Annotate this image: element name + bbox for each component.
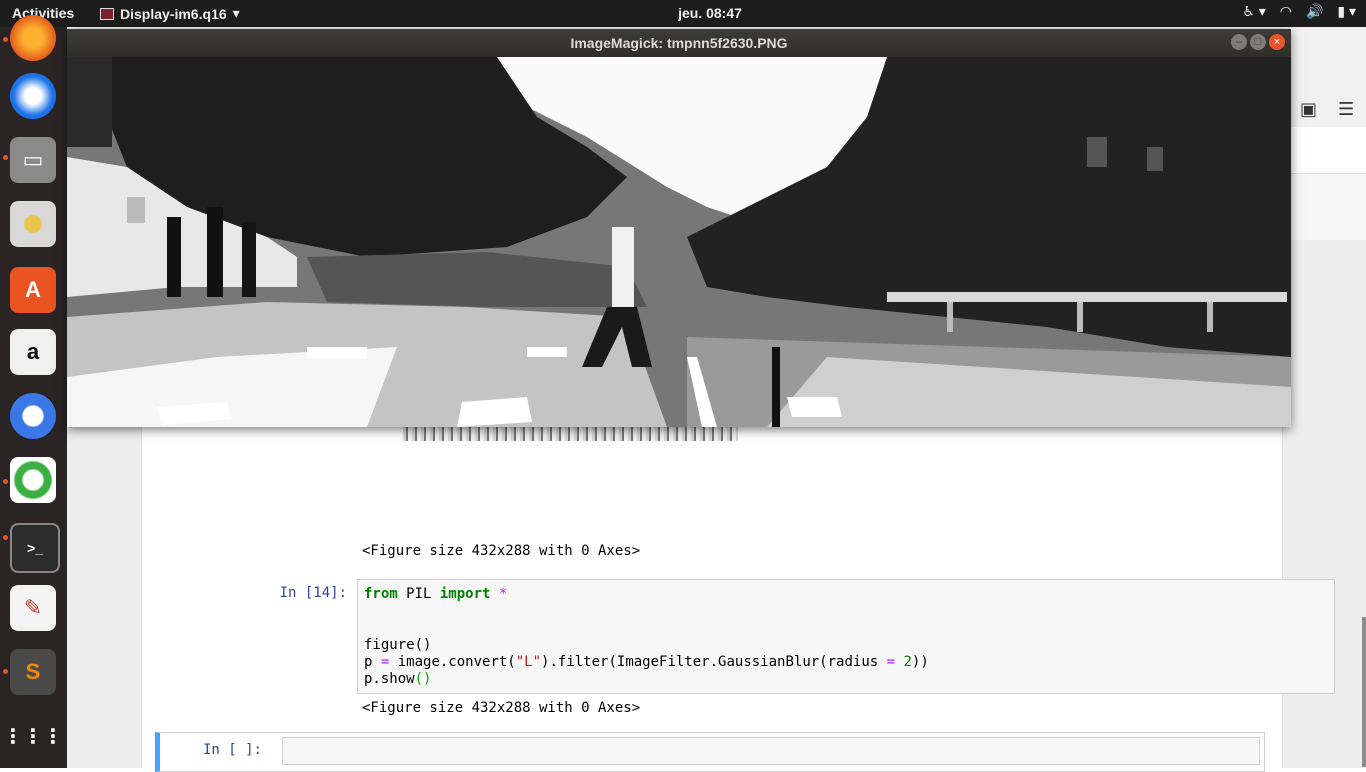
sublime-text-icon[interactable]: S	[10, 649, 56, 695]
files-icon[interactable]: ▭	[10, 137, 56, 183]
code-line: from PIL import *	[364, 586, 508, 602]
software-center-icon[interactable]: A	[10, 267, 56, 313]
running-indicator	[3, 155, 8, 160]
maximize-icon[interactable]: □	[1250, 34, 1266, 50]
system-tray[interactable]: ♿ ▾ ◠ 🔊 ▮ ▾	[1242, 3, 1356, 20]
text-editor-icon[interactable]: ✎	[10, 585, 56, 631]
accessibility-icon[interactable]: ♿ ▾	[1242, 3, 1265, 20]
app-menu-label: Display-im6.q16	[120, 5, 227, 22]
code-line: p = image.convert("L").filter(ImageFilte…	[364, 654, 929, 670]
imagemagick-window: ImageMagick: tmpnn5f2630.PNG – □ ×	[67, 29, 1291, 427]
thunderbird-icon[interactable]	[10, 73, 56, 119]
running-indicator	[3, 669, 8, 674]
code-cell[interactable]: from PIL import * figure() p = image.con…	[357, 579, 1335, 694]
running-indicator	[3, 479, 8, 484]
posterized-street-image[interactable]	[67, 57, 1291, 427]
cell-output: <Figure size 432x288 with 0 Axes>	[362, 543, 641, 559]
active-code-cell[interactable]: In [ ]:	[155, 732, 1265, 772]
close-icon[interactable]: ×	[1269, 34, 1285, 50]
code-input[interactable]	[282, 737, 1260, 765]
app-menu[interactable]: Display-im6.q16 ▾	[100, 5, 240, 22]
amazon-icon[interactable]: a	[10, 329, 56, 375]
terminal-icon[interactable]: >_	[10, 523, 60, 573]
chromium-icon[interactable]	[10, 393, 56, 439]
rhythmbox-icon[interactable]	[10, 201, 56, 247]
code-line: p.show()	[364, 671, 432, 687]
minimize-icon[interactable]: –	[1231, 34, 1247, 50]
running-indicator	[3, 37, 8, 42]
app-icon	[100, 7, 114, 20]
chevron-down-icon: ▾	[232, 5, 240, 21]
dock: ▭ A a >_ ✎ S ⋮⋮⋮	[0, 15, 67, 768]
clock[interactable]: jeu. 08:47	[660, 5, 760, 21]
browser-toolbar: ▣ ☰	[1289, 27, 1366, 240]
top-bar: Activities Display-im6.q16 ▾ jeu. 08:47 …	[0, 0, 1366, 27]
code-line: figure()	[364, 637, 432, 653]
anaconda-icon[interactable]	[10, 457, 56, 503]
running-indicator	[3, 535, 8, 540]
cell-output: <Figure size 432x288 with 0 Axes>	[362, 700, 641, 716]
hamburger-menu-icon[interactable]: ☰	[1338, 99, 1354, 120]
street-scene-image	[67, 57, 1291, 427]
window-title[interactable]: ImageMagick: tmpnn5f2630.PNG	[67, 29, 1291, 57]
firefox-icon[interactable]	[10, 15, 56, 61]
cell-prompt: In [14]:	[279, 585, 347, 601]
network-icon[interactable]: ◠	[1280, 3, 1292, 20]
cell-prompt: In [ ]:	[202, 742, 262, 758]
volume-icon[interactable]: 🔊	[1306, 3, 1323, 20]
notebook-page: <Figure size 432x288 with 0 Axes> In [14…	[141, 417, 1335, 768]
sidebar-icon[interactable]: ▣	[1300, 99, 1317, 120]
battery-icon[interactable]: ▮ ▾	[1337, 3, 1356, 20]
window-controls: – □ ×	[1231, 34, 1285, 50]
scrollbar[interactable]	[1362, 617, 1366, 767]
show-apps-icon[interactable]: ⋮⋮⋮	[3, 713, 63, 759]
